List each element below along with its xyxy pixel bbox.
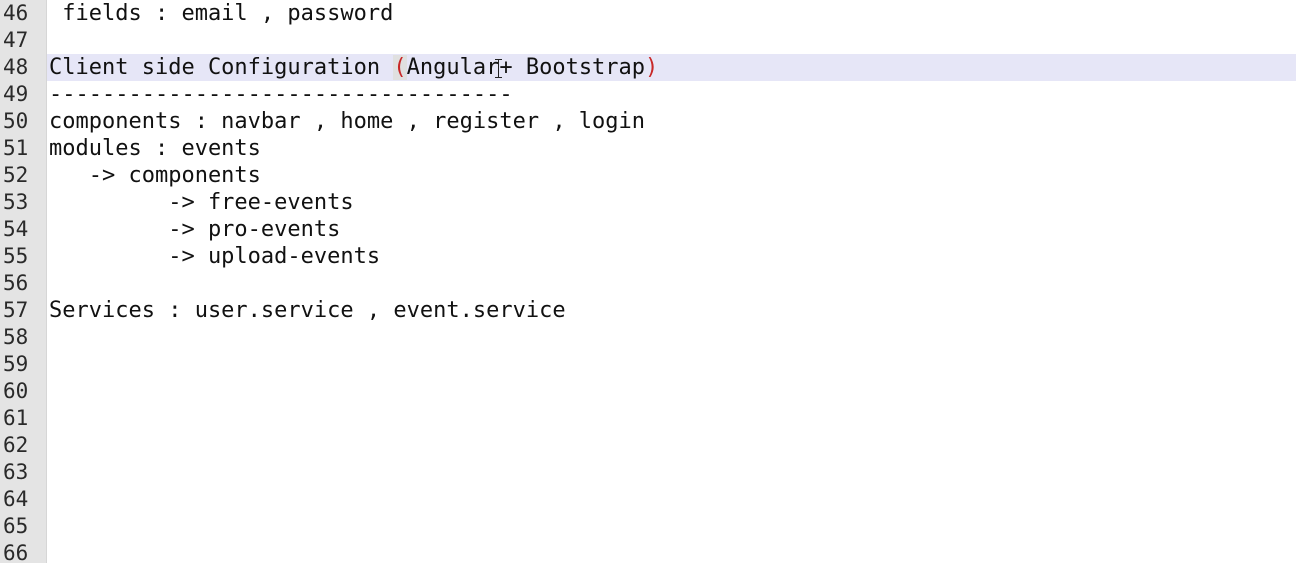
code-line-51[interactable]: modules : events [47,135,1296,162]
line-number: 48 [3,55,29,79]
line-number: 46 [3,1,29,25]
code-line-61[interactable] [47,405,1296,432]
line-number: 47 [3,28,29,52]
line-number: 51 [3,136,29,160]
code-line-49[interactable]: ----------------------------------- [47,81,1296,108]
line-number: 50 [3,109,29,133]
line-48-text-end: + Bootstrap [499,55,646,80]
line-number: 49 [3,82,29,106]
i-beam-cursor-icon [495,58,503,78]
code-line-54[interactable]: -> pro-events [47,216,1296,243]
code-line-58[interactable] [47,324,1296,351]
line-number: 65 [3,514,29,538]
line-number: 63 [3,460,29,484]
code-line-63[interactable] [47,459,1296,486]
line-number: 55 [3,244,29,268]
line-number: 52 [3,163,29,187]
code-line-60[interactable] [47,378,1296,405]
line-number: 62 [3,433,29,457]
code-line-59[interactable] [47,351,1296,378]
line-number: 58 [3,325,29,349]
line-number: 61 [3,406,29,430]
line-number: 56 [3,271,29,295]
code-line-57[interactable]: Services : user.service , event.service [47,297,1296,324]
code-line-48-current[interactable]: Client side Configuration (Angular+ Boot… [47,54,1296,81]
code-line-46[interactable]: fields : email , password [47,0,1296,27]
line-48-word-angular: Angular [406,55,500,80]
code-line-55[interactable]: -> upload-events [47,243,1296,270]
code-line-64[interactable] [47,486,1296,513]
matched-open-paren: ( [393,55,407,80]
line-number: 59 [3,352,29,376]
line-48-text-start: Client side Configuration [49,55,394,80]
code-line-62[interactable] [47,432,1296,459]
code-area[interactable]: fields : email , password Client side Co… [47,0,1296,563]
code-line-56[interactable] [47,270,1296,297]
matched-close-paren: ) [645,55,659,80]
line-number: 54 [3,217,29,241]
line-number: 57 [3,298,29,322]
code-line-65[interactable] [47,513,1296,540]
line-number-gutter: 46 47 48 49 50 51 52 53 54 55 56 57 58 59 60 61 62 63 64 65… [0,0,47,563]
line-number: 64 [3,487,29,511]
code-line-50[interactable]: components : navbar , home , register , … [47,108,1296,135]
code-line-66[interactable] [47,540,1296,563]
line-number: 53 [3,190,29,214]
line-number: 66 [3,541,29,563]
code-line-53[interactable]: -> free-events [47,189,1296,216]
code-line-47[interactable] [47,27,1296,54]
code-line-52[interactable]: -> components [47,162,1296,189]
line-number: 60 [3,379,29,403]
text-editor[interactable]: 46 47 48 49 50 51 52 53 54 55 56 57 58 59 60 61 62 63 64 65… [0,0,1296,563]
